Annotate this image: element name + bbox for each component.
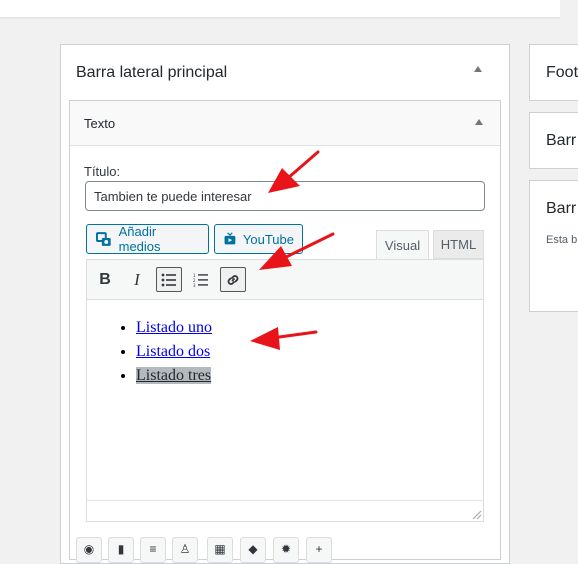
sidebar-panel-title: Barra lateral principal (76, 64, 228, 81)
list-link-selected[interactable]: Listado tres (136, 367, 212, 384)
youtube-button[interactable]: YouTube (214, 224, 303, 254)
youtube-label: YouTube (242, 231, 294, 247)
title-input[interactable] (85, 181, 485, 211)
footer-area-title: Foot (546, 64, 578, 81)
resize-handle-icon[interactable] (470, 508, 482, 520)
align-icon[interactable]: ≡ (140, 537, 166, 563)
person-icon[interactable]: ♙ (172, 537, 198, 563)
tag-icon[interactable]: ◆ (240, 537, 266, 563)
add-media-label: Añadir medios (118, 224, 161, 254)
bullet-list-icon (161, 273, 176, 286)
tab-visual[interactable]: Visual (376, 230, 429, 260)
list-link[interactable]: Listado dos (136, 343, 210, 360)
bookmark-icon[interactable]: ▮ (108, 537, 134, 563)
list-item: Listado uno (136, 316, 212, 340)
sidebar-area-3-description: Esta b (546, 234, 578, 246)
title-label: Título: (84, 164, 121, 179)
widget-collapse-icon[interactable] (475, 119, 483, 125)
gear-icon[interactable]: ✹ (273, 537, 299, 563)
add-icon[interactable]: + (306, 537, 332, 563)
add-media-button[interactable]: Añadir medios (86, 224, 209, 254)
eye-icon[interactable]: ◉ (76, 537, 102, 563)
svg-text:3: 3 (193, 283, 196, 287)
list-item: Listado tres (136, 364, 212, 388)
top-bar (0, 0, 560, 18)
sidebar-area-2-title: Barr (546, 132, 577, 149)
list-item: Listado dos (136, 340, 212, 364)
numbered-list-icon: 1 2 3 (193, 273, 208, 287)
editor-list: Listado uno Listado dos Listado tres (100, 316, 212, 388)
widget-header[interactable] (70, 101, 500, 146)
widget-title: Texto (84, 116, 116, 131)
insert-link-button[interactable] (220, 267, 246, 292)
list-link[interactable]: Listado uno (136, 319, 212, 336)
bullet-list-button[interactable] (156, 267, 182, 292)
link-icon (227, 274, 239, 285)
collapse-arrow-icon[interactable] (474, 66, 482, 72)
editor-statusbar (86, 500, 484, 522)
sidebar-area-3-title: Barr (546, 200, 577, 217)
calendar-icon[interactable]: ▦ (207, 537, 233, 563)
italic-button[interactable]: I (124, 267, 150, 292)
youtube-icon (224, 232, 236, 245)
bold-button[interactable]: B (92, 267, 118, 292)
tab-html[interactable]: HTML (433, 230, 484, 259)
media-icon (95, 232, 111, 246)
numbered-list-button[interactable]: 1 2 3 (188, 267, 214, 292)
